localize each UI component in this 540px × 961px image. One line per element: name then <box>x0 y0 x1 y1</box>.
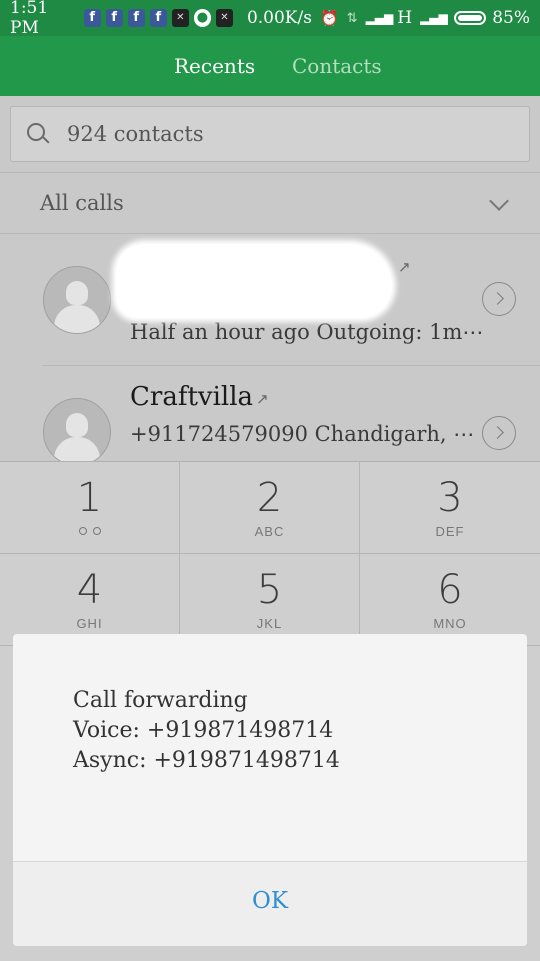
battery-level: 85% <box>492 8 530 28</box>
tab-header: Recents Contacts <box>0 36 540 96</box>
status-bar: 1:51 PM f f f f ✕ ● ✕ 0.00K/s ⏰ ⇅ ▂▄▆ H … <box>0 0 540 38</box>
call-details-button[interactable] <box>482 282 516 316</box>
app-notification-icon: ✕ <box>215 9 233 27</box>
app-notification-icon: ✕ <box>171 9 189 27</box>
dial-key-6[interactable]: 6 MNO <box>360 554 540 646</box>
facebook-icon: f <box>127 9 145 27</box>
search-bar[interactable]: 924 contacts <box>10 106 530 162</box>
facebook-icon: f <box>105 9 123 27</box>
dialog-voice-number: Voice: +919871498714 <box>73 718 334 743</box>
dial-key-2[interactable]: 2 ABC <box>180 462 360 554</box>
dial-key-5[interactable]: 5 JKL <box>180 554 360 646</box>
filter-label: All calls <box>40 191 124 215</box>
tab-contacts[interactable]: Contacts <box>292 54 382 78</box>
call-detail: Half an hour ago Outgoing: 1m⋯ <box>130 320 484 344</box>
chevron-down-icon[interactable] <box>489 191 509 211</box>
dial-key-4[interactable]: 4 GHI <box>0 554 180 646</box>
avatar <box>43 266 111 334</box>
call-detail: +911724579090 Chandigarh, ⋯ <box>130 422 475 446</box>
facebook-icon: f <box>83 9 101 27</box>
outgoing-call-icon: ↗ <box>256 390 269 408</box>
signal-icon: ▂▄▆ <box>420 11 448 25</box>
dialog-title: Call forwarding <box>73 688 248 713</box>
call-details-button[interactable] <box>482 416 516 450</box>
battery-icon <box>453 11 487 25</box>
network-type: H <box>397 8 413 28</box>
call-filter[interactable]: All calls <box>0 172 540 234</box>
dial-key-3[interactable]: 3 DEF <box>360 462 540 554</box>
contact-name: Craftvilla <box>130 382 254 412</box>
voicemail-icon <box>78 527 101 535</box>
alarm-icon: ⏰ <box>319 9 339 27</box>
dial-key-1[interactable]: 1 <box>0 462 180 554</box>
tab-recents[interactable]: Recents <box>174 54 255 78</box>
dialog-async-number: Async: +919871498714 <box>73 748 340 773</box>
search-icon <box>27 123 45 141</box>
facebook-icon: f <box>149 9 167 27</box>
avatar <box>43 398 111 466</box>
network-speed: 0.00K/s <box>246 8 312 28</box>
signal-icon: ▂▄▆ <box>365 11 394 25</box>
ok-button[interactable]: OK <box>13 888 527 914</box>
outgoing-call-icon: ↗ <box>398 258 411 276</box>
status-time: 1:51 PM <box>10 0 49 38</box>
dialog-button-bar: OK <box>13 862 527 946</box>
messenger-icon: ● <box>193 9 211 27</box>
search-input[interactable]: 924 contacts <box>67 122 204 146</box>
data-transfer-icon: ⇅ <box>346 10 358 26</box>
call-forwarding-dialog: Call forwarding Voice: +919871498714 Asy… <box>13 634 527 946</box>
redaction-scribble <box>116 244 392 318</box>
